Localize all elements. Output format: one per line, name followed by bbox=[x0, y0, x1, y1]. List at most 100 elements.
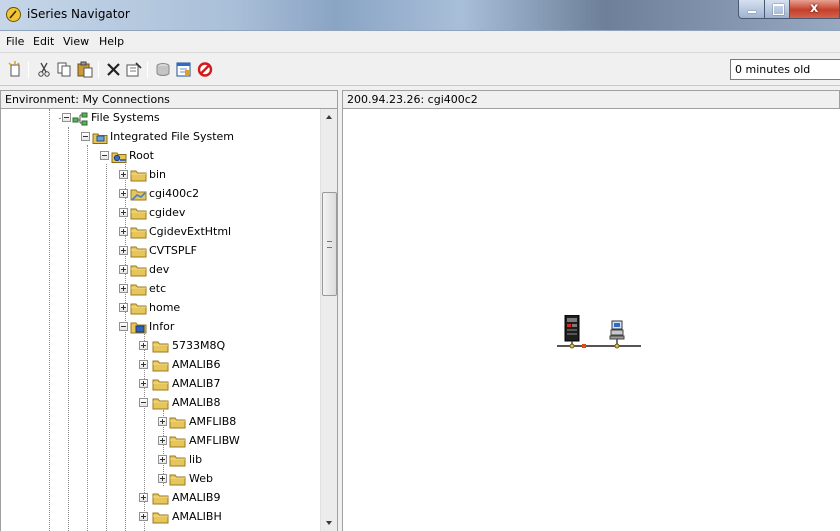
tree-node-label: AMALIBH bbox=[172, 510, 222, 523]
menu-help[interactable]: Help bbox=[99, 35, 124, 48]
new-icon[interactable] bbox=[6, 61, 24, 78]
tree-node-folder[interactable]: cgi400c2 bbox=[1, 185, 301, 204]
network-connection-icon bbox=[555, 314, 645, 353]
tree-node-label: AMFLIB8 bbox=[189, 415, 237, 428]
tree-node-label: cgidev bbox=[149, 206, 186, 219]
tree-node-file-systems[interactable]: File Systems bbox=[1, 109, 301, 128]
expand-icon[interactable] bbox=[119, 303, 128, 312]
tree-node-folder[interactable]: AMFLIB8 bbox=[1, 413, 301, 432]
refresh-status: 0 minutes old bbox=[730, 59, 840, 80]
folder-icon bbox=[152, 358, 169, 373]
content-pane[interactable] bbox=[342, 109, 840, 531]
tree-node-label: File Systems bbox=[91, 111, 160, 124]
expand-icon[interactable] bbox=[119, 246, 128, 255]
tree-node-label: AMALIB6 bbox=[172, 358, 221, 371]
folder-icon bbox=[130, 263, 147, 278]
tree-node-label: AMFLIBW bbox=[189, 434, 240, 447]
tree-node-label: AMALIB8 bbox=[172, 396, 221, 409]
tree-node-label: 5733M8Q bbox=[172, 339, 226, 352]
scroll-thumb[interactable] bbox=[322, 192, 337, 296]
collapse-icon[interactable] bbox=[81, 132, 90, 141]
tree-node-folder[interactable]: AMFLIBW bbox=[1, 432, 301, 451]
maximize-button[interactable] bbox=[764, 0, 790, 19]
expand-icon[interactable] bbox=[139, 341, 148, 350]
menu-edit[interactable]: Edit bbox=[33, 35, 54, 48]
folder-icon bbox=[169, 472, 186, 487]
database-icon[interactable] bbox=[154, 61, 172, 78]
folder-icon bbox=[130, 206, 147, 221]
tree-node-label: Web bbox=[189, 472, 213, 485]
close-button[interactable]: x bbox=[789, 0, 840, 19]
tree-node-label: etc bbox=[149, 282, 167, 295]
expand-icon[interactable] bbox=[139, 379, 148, 388]
tree-node-root[interactable]: Root bbox=[1, 147, 301, 166]
scroll-down-icon[interactable] bbox=[321, 514, 337, 531]
menu-file[interactable]: File bbox=[6, 35, 24, 48]
tree-node-label: dev bbox=[149, 263, 170, 276]
tree-node-folder[interactable]: AMALIB6 bbox=[1, 356, 301, 375]
tree-node-folder[interactable]: AMALIBH bbox=[1, 508, 301, 527]
expand-icon[interactable] bbox=[158, 417, 167, 426]
tree-scrollbar[interactable] bbox=[320, 109, 337, 531]
tree-node-folder[interactable]: etc bbox=[1, 280, 301, 299]
menu-view[interactable]: View bbox=[63, 35, 89, 48]
tree-node-integrated-file-system[interactable]: Integrated File System bbox=[1, 128, 301, 147]
expand-icon[interactable] bbox=[139, 512, 148, 521]
tree-node-folder[interactable]: dev bbox=[1, 261, 301, 280]
tree-node-folder[interactable]: CgidevExtHtml bbox=[1, 223, 301, 242]
expand-icon[interactable] bbox=[139, 360, 148, 369]
expand-icon[interactable] bbox=[158, 436, 167, 445]
tree-node-folder[interactable]: cgidev bbox=[1, 204, 301, 223]
expand-icon[interactable] bbox=[119, 265, 128, 274]
tree-node-label: CVTSPLF bbox=[149, 244, 197, 257]
tree-node-folder[interactable]: 5733M8Q bbox=[1, 337, 301, 356]
close-icon: x bbox=[810, 1, 819, 16]
tree-node-folder[interactable]: bin bbox=[1, 166, 301, 185]
tree-node-folder[interactable]: AMALIB8 bbox=[1, 394, 301, 413]
tree-node-folder[interactable]: lib bbox=[1, 451, 301, 470]
collapse-icon[interactable] bbox=[100, 151, 109, 160]
expand-icon[interactable] bbox=[119, 189, 128, 198]
integrated-file-system-icon bbox=[92, 130, 109, 145]
tree-node-folder[interactable]: AMALIB9 bbox=[1, 489, 301, 508]
expand-icon[interactable] bbox=[119, 170, 128, 179]
task-pad-icon[interactable] bbox=[175, 61, 193, 78]
minimize-button[interactable] bbox=[738, 0, 765, 19]
cut-icon[interactable] bbox=[35, 61, 53, 78]
expand-icon[interactable] bbox=[158, 474, 167, 483]
copy-icon[interactable] bbox=[55, 61, 73, 78]
file-systems-icon bbox=[72, 111, 89, 126]
title-bar[interactable]: iSeries Navigator x bbox=[0, 0, 840, 31]
environment-header: Environment: My Connections bbox=[0, 90, 338, 109]
tree-node-label: Infor bbox=[149, 320, 175, 333]
expand-icon[interactable] bbox=[158, 455, 167, 464]
folder-icon bbox=[169, 453, 186, 468]
folder-icon bbox=[130, 168, 147, 183]
expand-icon[interactable] bbox=[139, 493, 148, 502]
tree-node-folder[interactable]: home bbox=[1, 299, 301, 318]
expand-icon[interactable] bbox=[119, 208, 128, 217]
collapse-icon[interactable] bbox=[62, 113, 71, 122]
delete-icon[interactable] bbox=[105, 61, 123, 78]
collapse-icon[interactable] bbox=[139, 398, 148, 407]
folder-icon bbox=[130, 225, 147, 240]
app-icon bbox=[6, 7, 21, 22]
stop-icon[interactable] bbox=[196, 61, 214, 78]
expand-icon[interactable] bbox=[119, 284, 128, 293]
expand-icon[interactable] bbox=[119, 227, 128, 236]
tree-node-infor[interactable]: Infor bbox=[1, 318, 301, 337]
tree-node-folder[interactable]: AMALIB7 bbox=[1, 375, 301, 394]
folder-icon bbox=[169, 415, 186, 430]
tree-node-label: CgidevExtHtml bbox=[149, 225, 232, 238]
tree-node-label: home bbox=[149, 301, 181, 314]
properties-icon[interactable] bbox=[125, 61, 143, 78]
scroll-up-icon[interactable] bbox=[321, 109, 337, 126]
paste-icon[interactable] bbox=[76, 61, 94, 78]
tree-node-folder[interactable]: Web bbox=[1, 470, 301, 489]
shared-folder-icon bbox=[130, 320, 147, 335]
folder-icon bbox=[169, 434, 186, 449]
tree-node-folder[interactable]: CVTSPLF bbox=[1, 242, 301, 261]
tree-node-label: bin bbox=[149, 168, 167, 181]
collapse-icon[interactable] bbox=[119, 322, 128, 331]
navigation-tree[interactable]: File Systems Integrated File System Root… bbox=[0, 109, 338, 531]
